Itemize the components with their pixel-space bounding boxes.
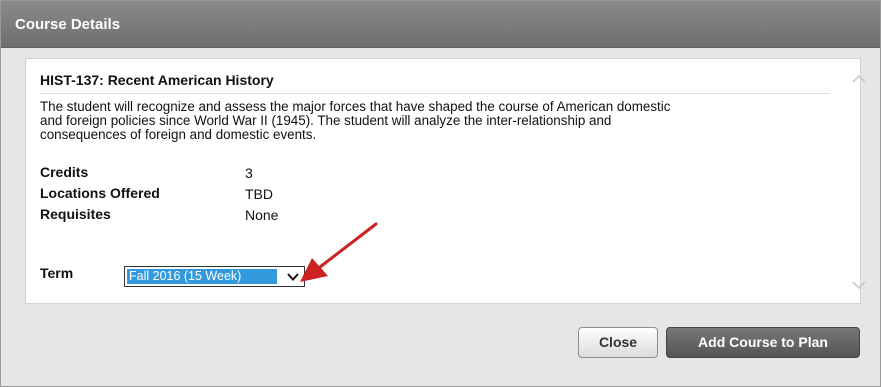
course-details-dialog: Course Details HIST-137: Recent American… [0, 0, 881, 387]
requisites-label: Requisites [40, 206, 111, 222]
credits-value: 3 [245, 165, 253, 181]
description-line: and foreign policies since World War II … [40, 113, 612, 128]
locations-label: Locations Offered [40, 185, 160, 201]
red-arrow-icon [296, 222, 384, 293]
course-description: The student will recognize and assess th… [40, 100, 830, 142]
title-divider [40, 93, 830, 94]
dialog-title: Course Details [15, 16, 121, 33]
description-line: consequences of foreign and domestic eve… [40, 127, 317, 142]
credits-label: Credits [40, 164, 89, 180]
dialog-titlebar: Course Details [1, 1, 880, 48]
term-select[interactable]: Fall 2016 (15 Week) [124, 266, 305, 287]
chevron-down-icon[interactable] [852, 277, 866, 295]
course-details-panel: HIST-137: Recent American History The st… [25, 58, 866, 304]
term-label: Term [40, 265, 74, 281]
locations-value: TBD [245, 186, 273, 202]
requisites-value: None [245, 207, 279, 223]
description-line: The student will recognize and assess th… [40, 99, 671, 114]
term-selected-value: Fall 2016 (15 Week) [127, 269, 277, 284]
chevron-up-icon[interactable] [852, 71, 866, 89]
course-title: HIST-137: Recent American History [40, 72, 274, 88]
add-course-to-plan-button[interactable]: Add Course to Plan [666, 327, 860, 358]
close-button[interactable]: Close [578, 327, 658, 358]
